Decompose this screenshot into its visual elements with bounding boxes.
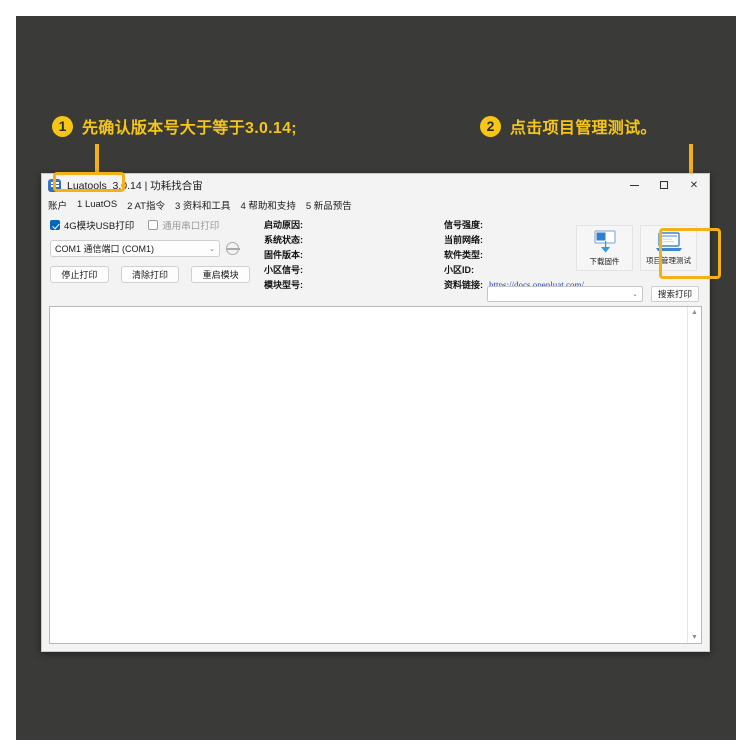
- callout-2-text: 点击项目管理测试。: [510, 120, 657, 137]
- search-print-button[interactable]: 搜索打印: [651, 286, 699, 302]
- info-software-type: 软件类型:: [444, 248, 584, 263]
- minimize-icon: [629, 184, 639, 186]
- info-docs-link-label: 资料链接:: [444, 280, 483, 290]
- search-print-combo[interactable]: ⌄: [487, 286, 643, 302]
- minimize-button[interactable]: [619, 174, 649, 196]
- menu-item-news[interactable]: 5 新品预告: [306, 198, 352, 212]
- callout-1-arrow-stem: [95, 144, 99, 176]
- menu-item-account[interactable]: 账户: [48, 198, 67, 212]
- info-cell-signal-label: 小区信号:: [264, 265, 303, 275]
- download-firmware-icon: [594, 230, 615, 252]
- info-signal-strength-label: 信号强度:: [444, 220, 483, 230]
- port-selection-row: COM1 通信端口 (COM1) ⌄: [50, 240, 250, 257]
- print-action-buttons: 停止打印 清除打印 重启模块: [50, 266, 251, 283]
- info-column-right: 信号强度: 当前网络: 软件类型: 小区ID: 资料链接: https://do…: [444, 218, 584, 293]
- info-current-network: 当前网络:: [444, 233, 584, 248]
- info-cell-id: 小区ID:: [444, 263, 584, 278]
- download-firmware-button[interactable]: 下载固件: [576, 225, 633, 271]
- info-current-network-label: 当前网络:: [444, 235, 483, 245]
- project-manager-label: 项目管理测试: [646, 255, 691, 265]
- toolbar: 4G模块USB打印 通用串口打印 COM1 通信端口 (COM1) ⌄ 停止打印…: [42, 213, 709, 306]
- stop-print-button[interactable]: 停止打印: [50, 266, 109, 283]
- port-combo[interactable]: COM1 通信端口 (COM1) ⌄: [50, 240, 220, 257]
- clear-print-button[interactable]: 清除打印: [120, 266, 180, 283]
- print-mode-checkboxes: 4G模块USB打印 通用串口打印: [50, 218, 250, 232]
- toolbar-left-controls: 4G模块USB打印 通用串口打印 COM1 通信端口 (COM1) ⌄ 停止打印…: [50, 218, 251, 283]
- window-title: Luatools_3.0.14 | 功耗找合宙: [67, 179, 203, 192]
- info-signal-strength: 信号强度:: [444, 218, 584, 233]
- checkbox-usb-print-box: [50, 220, 60, 230]
- close-button[interactable]: ✕: [679, 174, 709, 196]
- maximize-button[interactable]: [649, 174, 679, 196]
- info-column-middle: 启动原因: 系统状态: 固件版本: 小区信号: 模块型号:: [264, 218, 307, 293]
- refresh-ports-icon[interactable]: [226, 242, 240, 255]
- info-firmware-version-label: 固件版本:: [264, 250, 303, 260]
- info-system-status: 系统状态:: [264, 233, 307, 248]
- maximize-icon: [660, 181, 668, 189]
- slide-canvas: 1 先确认版本号大于等于3.0.14; 2 点击项目管理测试。 Luatools…: [16, 16, 736, 740]
- luatools-window: Luatools_3.0.14 | 功耗找合宙 ✕ 账户 1 LuatOS 2 …: [41, 173, 710, 652]
- menu-item-luatos[interactable]: 1 LuatOS: [77, 199, 117, 210]
- info-cell-signal: 小区信号:: [264, 263, 307, 278]
- info-cell-id-label: 小区ID:: [444, 265, 474, 275]
- menu-item-resources[interactable]: 3 资料和工具: [175, 198, 230, 212]
- checkbox-serial-print-box: [148, 220, 159, 230]
- callout-1-badge: 1: [52, 115, 73, 137]
- menu-item-at[interactable]: 2 AT指令: [127, 198, 165, 212]
- window-titlebar[interactable]: Luatools_3.0.14 | 功耗找合宙 ✕: [42, 174, 709, 196]
- checkbox-usb-print-label: 4G模块USB打印: [64, 221, 135, 232]
- log-output-text[interactable]: [50, 307, 687, 643]
- chevron-down-icon: ⌄: [209, 245, 215, 253]
- checkbox-usb-print[interactable]: 4G模块USB打印: [50, 218, 134, 232]
- restart-module-button[interactable]: 重启模块: [191, 266, 251, 283]
- callout-1-text: 先确认版本号大于等于3.0.14;: [82, 120, 297, 137]
- info-module-model: 模块型号:: [264, 278, 307, 293]
- main-action-buttons: 下载固件 项目管理测试: [576, 225, 697, 271]
- info-module-model-label: 模块型号:: [264, 280, 303, 290]
- info-system-status-label: 系统状态:: [264, 235, 303, 245]
- chevron-down-icon: ⌄: [632, 291, 638, 298]
- callout-2-badge: 2: [480, 115, 501, 137]
- menubar: 账户 1 LuatOS 2 AT指令 3 资料和工具 4 帮助和支持 5 新品预…: [42, 196, 709, 213]
- project-manager-button[interactable]: 项目管理测试: [640, 225, 697, 271]
- scroll-up-icon[interactable]: ▲: [691, 307, 698, 318]
- download-firmware-label: 下载固件: [589, 256, 620, 266]
- info-boot-reason: 启动原因:: [264, 218, 307, 233]
- callout-1: 1 先确认版本号大于等于3.0.14;: [52, 114, 297, 138]
- checkbox-serial-print[interactable]: 通用串口打印: [148, 218, 219, 232]
- callout-2: 2 点击项目管理测试。: [480, 114, 657, 138]
- scroll-down-icon[interactable]: ▼: [691, 632, 698, 643]
- checkbox-serial-print-label: 通用串口打印: [162, 221, 220, 232]
- log-output-panel: ▲ ▼: [49, 306, 702, 644]
- menu-item-help[interactable]: 4 帮助和支持: [240, 198, 295, 212]
- info-boot-reason-label: 启动原因:: [264, 220, 303, 230]
- log-scrollbar[interactable]: ▲ ▼: [687, 307, 701, 643]
- port-combo-value: COM1 通信端口 (COM1): [55, 244, 155, 254]
- info-firmware-version: 固件版本:: [264, 248, 307, 263]
- search-print-row: ⌄ 搜索打印: [487, 286, 699, 302]
- window-controls: ✕: [619, 174, 709, 196]
- info-software-type-label: 软件类型:: [444, 250, 483, 260]
- project-manager-icon: [655, 231, 682, 251]
- luatools-app-icon: [48, 178, 61, 192]
